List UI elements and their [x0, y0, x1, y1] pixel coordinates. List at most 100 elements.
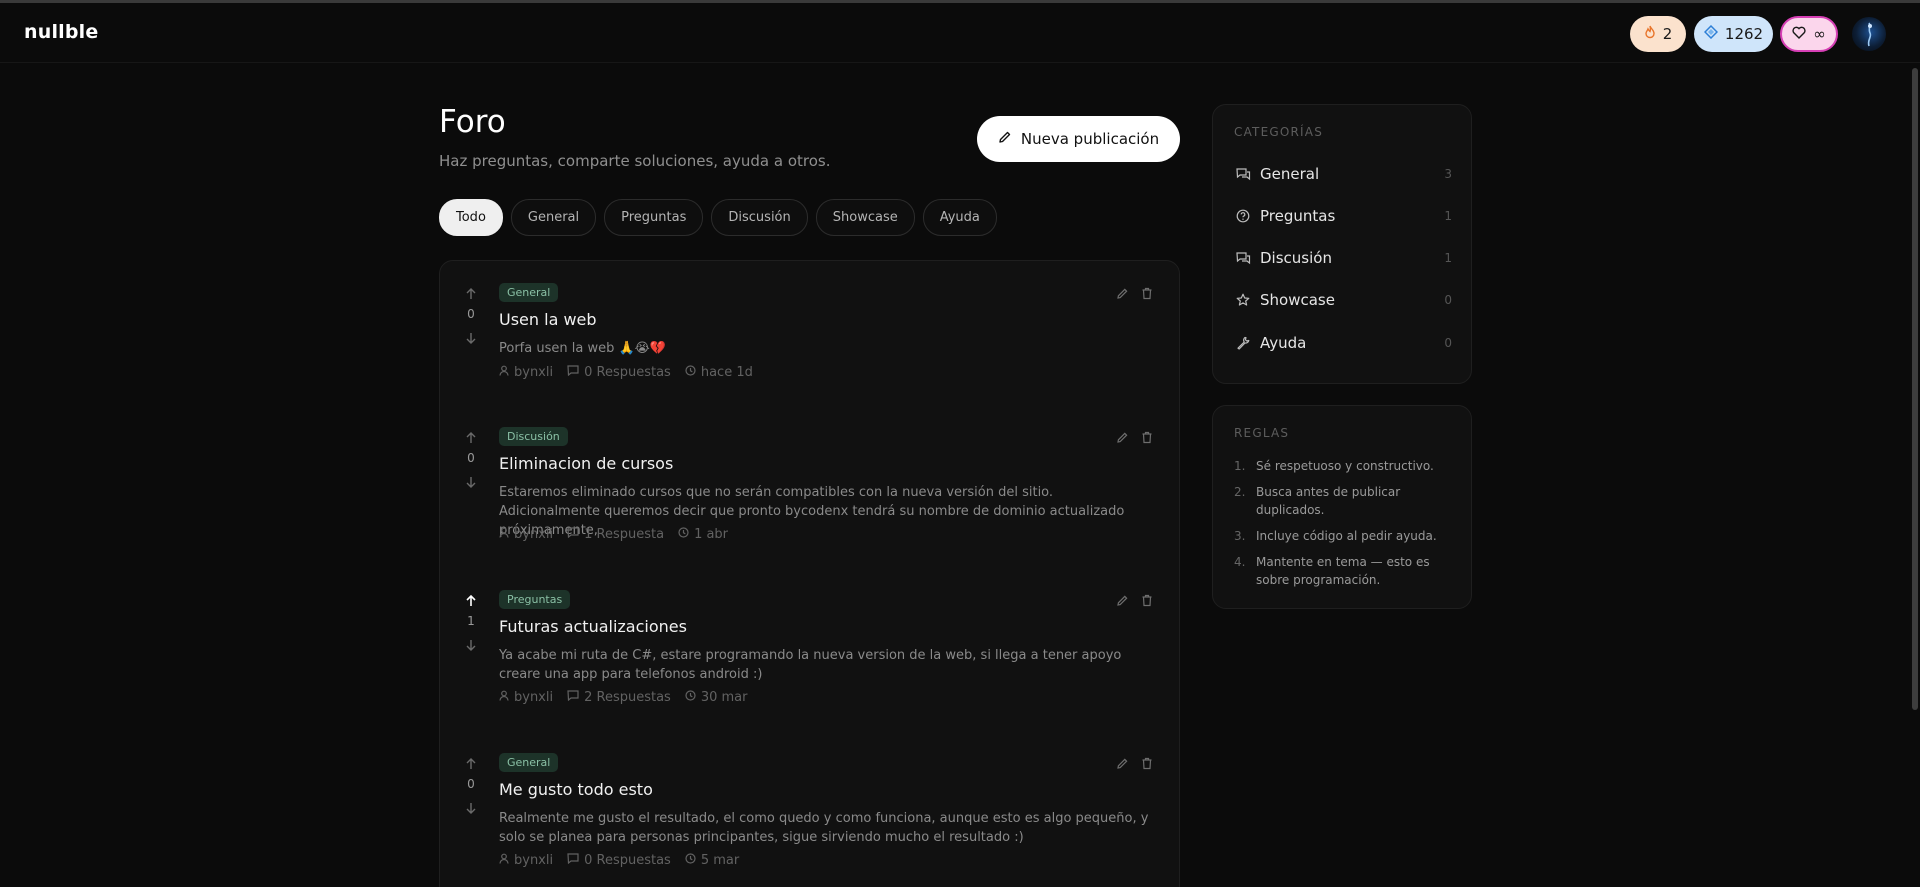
category-filter-tabs: Todo General Preguntas Discusión Showcas…	[439, 199, 997, 236]
filter-chip-discusion[interactable]: Discusión	[711, 199, 808, 236]
category-count: 1	[1444, 209, 1452, 223]
user-avatar[interactable]	[1852, 17, 1886, 51]
streak-value: 2	[1662, 25, 1673, 43]
post-list: 0 General Usen la web Porfa usen la web …	[439, 260, 1180, 887]
delete-trash-icon[interactable]	[1141, 429, 1153, 448]
rule-item: 4. Mantente en tema — esto es sobre prog…	[1234, 553, 1454, 589]
post-excerpt: Ya acabe mi ruta de C#, estare programan…	[499, 648, 1122, 682]
filter-chip-todo[interactable]: Todo	[439, 199, 503, 236]
rule-item: 1. Sé respetuoso y constructivo.	[1234, 457, 1454, 475]
category-item-showcase[interactable]: Showcase 0	[1234, 288, 1452, 312]
post-actions	[1116, 285, 1153, 304]
filter-chip-ayuda[interactable]: Ayuda	[922, 199, 997, 236]
upvote-arrow-icon[interactable]	[465, 285, 477, 301]
post-author[interactable]: bynxli	[514, 690, 553, 705]
post-item[interactable]: 0 Discusión Eliminacion de cursos Estare…	[440, 405, 1181, 565]
delete-trash-icon[interactable]	[1141, 755, 1153, 774]
vote-count: 0	[467, 451, 475, 465]
upvote-arrow-icon[interactable]	[465, 755, 477, 771]
downvote-arrow-icon[interactable]	[465, 330, 477, 346]
flame-icon	[1644, 25, 1656, 43]
post-title[interactable]: Eliminacion de cursos	[499, 454, 673, 473]
post-time: 5 mar	[700, 853, 740, 868]
delete-trash-icon[interactable]	[1141, 285, 1153, 304]
rule-text: Incluye código al pedir ayuda.	[1256, 529, 1437, 543]
category-item-ayuda[interactable]: Ayuda 0	[1234, 331, 1452, 355]
post-replies: 1 Respuesta	[584, 527, 665, 542]
edit-pencil-icon[interactable]	[1116, 592, 1129, 611]
user-icon	[499, 365, 509, 380]
gems-counter[interactable]: 1262	[1694, 16, 1773, 52]
chat-bubbles-icon	[1234, 167, 1252, 181]
new-post-button[interactable]: Nueva publicación	[977, 116, 1180, 162]
downvote-arrow-icon[interactable]	[465, 637, 477, 653]
chat-bubbles-icon	[1234, 251, 1252, 265]
rule-text: Sé respetuoso y constructivo.	[1256, 459, 1434, 473]
post-actions	[1116, 755, 1153, 774]
post-meta: bynxli 2 Respuestas 30 mar	[499, 690, 748, 705]
category-name: Preguntas	[1260, 207, 1336, 225]
filter-chip-showcase[interactable]: Showcase	[815, 199, 915, 236]
post-item[interactable]: 0 General Me gusto todo esto Realmente m…	[440, 731, 1181, 887]
edit-pencil-icon[interactable]	[1116, 755, 1129, 774]
clock-icon	[678, 527, 689, 542]
lives-counter[interactable]: ∞	[1780, 16, 1838, 52]
category-name: Ayuda	[1260, 334, 1307, 352]
downvote-arrow-icon[interactable]	[465, 474, 477, 490]
comment-icon	[567, 690, 579, 705]
category-item-discusion[interactable]: Discusión 1	[1234, 246, 1452, 270]
post-title[interactable]: Me gusto todo esto	[499, 780, 653, 799]
page-scrollbar-thumb[interactable]	[1912, 68, 1918, 710]
post-actions	[1116, 429, 1153, 448]
category-name: General	[1260, 165, 1320, 183]
filter-chip-general[interactable]: General	[510, 199, 597, 236]
upvote-arrow-icon[interactable]	[465, 592, 477, 608]
rule-text: Mantente en tema — esto es sobre program…	[1256, 555, 1430, 587]
app-logo[interactable]: nullble	[24, 21, 98, 43]
post-time: 1 abr	[694, 527, 729, 542]
gems-value: 1262	[1724, 25, 1764, 43]
user-icon	[499, 527, 509, 542]
category-count: 0	[1444, 336, 1452, 350]
categories-heading: CATEGORÍAS	[1234, 125, 1324, 139]
edit-pencil-icon[interactable]	[1116, 285, 1129, 304]
filter-chip-preguntas[interactable]: Preguntas	[604, 199, 704, 236]
rule-item: 2. Busca antes de publicar duplicados.	[1234, 483, 1454, 519]
post-time: 30 mar	[700, 690, 748, 705]
post-category-badge: Preguntas	[499, 590, 571, 609]
edit-pencil-icon[interactable]	[1116, 429, 1129, 448]
page-subtitle: Haz preguntas, comparte soluciones, ayud…	[439, 152, 831, 170]
category-item-preguntas[interactable]: Preguntas 1	[1234, 204, 1452, 228]
post-author[interactable]: bynxli	[514, 365, 553, 380]
comment-icon	[567, 365, 579, 380]
post-item[interactable]: 1 Preguntas Futuras actualizaciones Ya a…	[440, 568, 1181, 728]
post-author[interactable]: bynxli	[514, 527, 553, 542]
post-replies: 0 Respuestas	[584, 853, 671, 868]
diamond-icon	[1703, 24, 1718, 43]
downvote-arrow-icon[interactable]	[465, 800, 477, 816]
post-excerpt: Realmente me gusto el resultado, el como…	[499, 811, 1149, 845]
post-title[interactable]: Usen la web	[499, 310, 597, 329]
post-meta: bynxli 0 Respuestas 5 mar	[499, 853, 739, 868]
top-navbar: nullble 2 1262 ∞	[0, 3, 1920, 63]
streak-counter[interactable]: 2	[1630, 16, 1686, 52]
delete-trash-icon[interactable]	[1141, 592, 1153, 611]
question-circle-icon	[1234, 209, 1252, 223]
category-item-general[interactable]: General 3	[1234, 162, 1452, 186]
post-replies: 2 Respuestas	[584, 690, 671, 705]
upvote-arrow-icon[interactable]	[465, 429, 477, 445]
post-author[interactable]: bynxli	[514, 853, 553, 868]
user-icon	[499, 690, 509, 705]
post-item[interactable]: 0 General Usen la web Porfa usen la web …	[440, 261, 1181, 402]
post-title[interactable]: Futuras actualizaciones	[499, 617, 687, 636]
rule-number: 4.	[1234, 555, 1246, 569]
post-excerpt: Porfa usen la web 🙏😭💔	[499, 341, 667, 356]
comment-icon	[567, 853, 579, 868]
user-icon	[499, 853, 509, 868]
vote-count: 1	[467, 614, 475, 628]
heart-icon	[1792, 25, 1806, 43]
post-replies: 0 Respuestas	[584, 365, 671, 380]
vote-widget: 1	[462, 592, 480, 653]
category-name: Showcase	[1260, 291, 1335, 309]
clock-icon	[685, 690, 696, 705]
